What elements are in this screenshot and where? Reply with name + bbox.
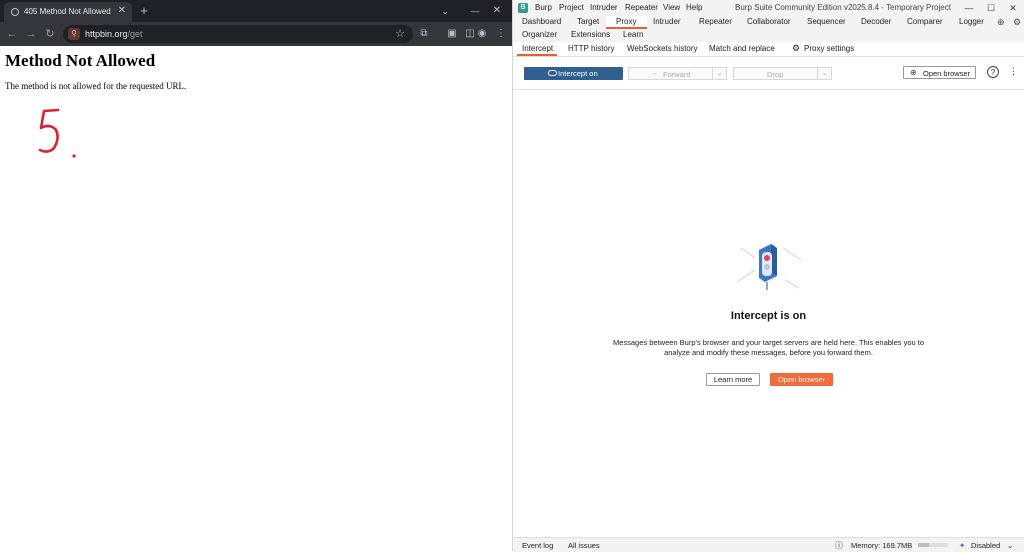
intercept-heading: Intercept is on: [730, 310, 807, 322]
side-panel-icon[interactable]: ▣: [444, 26, 460, 42]
menu-kebab-icon[interactable]: ⋮: [493, 26, 509, 42]
tab-sequencer[interactable]: Sequencer: [807, 17, 846, 26]
close-window-icon[interactable]: ✕: [1002, 1, 1024, 15]
globe-icon: [11, 8, 19, 16]
subtab-intercept[interactable]: Intercept: [522, 44, 553, 53]
intercept-message-line2: analyze and modify these messages, befor…: [664, 348, 873, 357]
subtab-match-replace[interactable]: Match and replace: [709, 44, 775, 53]
globe-icon[interactable]: ⊕: [997, 17, 1005, 28]
gear-icon[interactable]: ⚙: [1013, 17, 1021, 28]
open-browser-label: Open browser: [923, 69, 971, 78]
memory-bar: [918, 543, 948, 547]
chevron-down-icon[interactable]: ⌄: [712, 68, 726, 79]
subtab-proxy-settings[interactable]: Proxy settings: [804, 44, 854, 53]
tab-collaborator[interactable]: Collaborator: [747, 17, 791, 26]
intercept-label: Intercept on: [558, 69, 598, 78]
drop-button[interactable]: Drop ⌄: [733, 67, 832, 80]
tab-extensions[interactable]: Extensions: [571, 30, 610, 39]
site-info-icon[interactable]: ⚲: [68, 28, 80, 40]
chrome-window: 405 Method Not Allowed ✕ + ⌄ — ✕ ← → ↻ ⚲…: [0, 0, 513, 551]
learn-more-button[interactable]: Learn more: [706, 373, 760, 386]
url-text: httpbin.org/get: [85, 29, 143, 39]
forward-icon[interactable]: →: [23, 26, 39, 42]
url-host: httpbin.org: [85, 29, 128, 39]
window-title: Burp Suite Community Edition v2025.8.4 -…: [735, 3, 951, 12]
subtab-http-history[interactable]: HTTP history: [568, 44, 615, 53]
tab-repeater[interactable]: Repeater: [699, 17, 732, 26]
page-message: The method is not allowed for the reques…: [5, 81, 187, 91]
page-title: Method Not Allowed: [5, 51, 156, 70]
ai-status[interactable]: Disabled: [971, 541, 1000, 550]
reload-icon[interactable]: ↻: [42, 26, 58, 42]
subtab-websockets-history[interactable]: WebSockets history: [627, 44, 698, 53]
tab-organizer[interactable]: Organizer: [522, 30, 557, 39]
forward-label: Forward: [663, 70, 691, 79]
tab-dashboard[interactable]: Dashboard: [522, 17, 561, 26]
forward-arrow-icon: →: [651, 70, 658, 77]
info-icon: ⓘ: [835, 541, 843, 550]
url-path: /get: [127, 29, 143, 39]
profile-icon[interactable]: ◉: [474, 26, 490, 42]
menu-view[interactable]: View: [663, 3, 680, 12]
drop-label: Drop: [767, 70, 784, 79]
open-browser-toolbar-button[interactable]: ⊕ Open browser: [903, 66, 976, 79]
bookmark-star-icon[interactable]: ☆: [395, 27, 405, 40]
maximize-icon[interactable]: ☐: [980, 1, 1002, 15]
chevron-down-icon[interactable]: ⌄: [1007, 541, 1013, 550]
proxy-sub-tabs: Intercept HTTP history WebSockets histor…: [513, 42, 1024, 57]
menu-intruder[interactable]: Intruder: [590, 3, 618, 12]
tab-comparer[interactable]: Comparer: [907, 17, 943, 26]
close-tab-icon[interactable]: ✕: [118, 5, 126, 16]
burp-logo-icon: B: [518, 3, 528, 13]
help-icon[interactable]: ?: [987, 66, 999, 78]
forward-button[interactable]: → Forward ⌄: [628, 67, 727, 80]
address-bar[interactable]: ⚲ httpbin.org/get ☆: [63, 25, 413, 43]
handwritten-annotation: [38, 108, 76, 158]
toggle-icon: [548, 70, 557, 76]
minimize-icon[interactable]: —: [466, 4, 484, 18]
tab-proxy[interactable]: Proxy: [616, 17, 636, 26]
menu-repeater[interactable]: Repeater: [625, 3, 658, 12]
all-issues-link[interactable]: All issues: [568, 541, 600, 550]
tab-intruder[interactable]: Intruder: [653, 17, 681, 26]
menu-kebab-icon[interactable]: ⋮: [1009, 66, 1018, 77]
status-bar: Event log All issues ⓘ Memory: 169.7MB ✦…: [513, 537, 1024, 552]
event-log-link[interactable]: Event log: [522, 541, 553, 550]
gear-icon: ⚙: [792, 43, 801, 53]
globe-icon: ⊕: [910, 68, 917, 77]
menu-project[interactable]: Project: [559, 3, 584, 12]
open-browser-button[interactable]: Open browser: [770, 373, 833, 386]
ai-sparkle-icon: ✦: [959, 541, 966, 550]
intercept-message-line1: Messages between Burp's browser and your…: [612, 338, 925, 347]
menu-burp[interactable]: Burp: [535, 3, 552, 12]
traffic-light-illustration: [736, 244, 802, 290]
burp-window: B Burp Project Intruder Repeater View He…: [513, 0, 1024, 552]
memory-bar-fill: [918, 543, 929, 547]
tab-learn[interactable]: Learn: [623, 30, 643, 39]
menu-help[interactable]: Help: [686, 3, 702, 12]
extensions-icon[interactable]: ⧉: [416, 26, 432, 42]
web-page: Method Not Allowed The method is not all…: [0, 46, 512, 551]
tab-decoder[interactable]: Decoder: [861, 17, 891, 26]
chrome-tab[interactable]: 405 Method Not Allowed ✕: [4, 2, 132, 22]
chevron-down-icon[interactable]: ⌄: [436, 4, 454, 18]
tab-title: 405 Method Not Allowed: [24, 7, 111, 16]
main-tabs-row-2: Organizer Extensions Learn: [513, 29, 1024, 43]
active-subtab-indicator: [517, 54, 557, 56]
intercept-toggle-button[interactable]: Intercept on: [524, 67, 623, 80]
back-icon[interactable]: ←: [4, 26, 20, 42]
minimize-icon[interactable]: —: [958, 1, 980, 15]
memory-usage: Memory: 169.7MB: [851, 541, 913, 550]
tab-target[interactable]: Target: [577, 17, 599, 26]
chevron-down-icon[interactable]: ⌄: [817, 68, 831, 79]
tab-logger[interactable]: Logger: [959, 17, 984, 26]
close-window-icon[interactable]: ✕: [488, 4, 506, 18]
new-tab-button[interactable]: +: [136, 3, 152, 19]
